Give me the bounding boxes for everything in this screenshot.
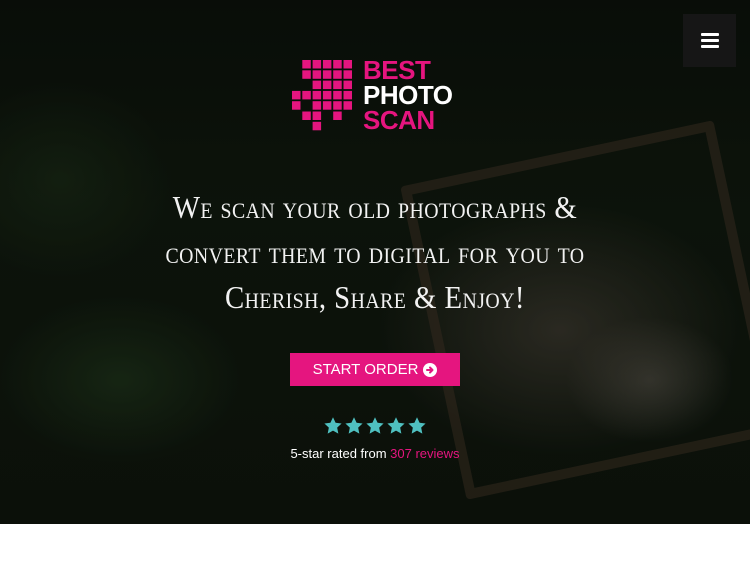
logo-pixel xyxy=(312,80,322,90)
headline-line-1: We scan your old photographs & xyxy=(172,189,578,225)
logo-pixel-grid-icon xyxy=(292,60,352,131)
logo-pixel xyxy=(302,60,311,69)
logo-pixel xyxy=(322,70,332,79)
logo-pixel xyxy=(322,80,332,90)
logo-pixel xyxy=(312,70,322,79)
logo-pixel xyxy=(333,90,342,100)
logo-pixel xyxy=(333,80,342,90)
logo-pixel xyxy=(333,111,342,120)
headline-line-2: convert them to digital for you to xyxy=(165,234,585,270)
reviews-link[interactable]: 307 reviews xyxy=(390,446,459,461)
logo-pixel xyxy=(292,101,301,110)
logo-pixel xyxy=(333,101,342,110)
site-logo[interactable]: BEST PHOTO SCAN xyxy=(292,57,462,135)
star-icon xyxy=(408,417,426,434)
star-icon xyxy=(366,417,384,434)
logo-pixel xyxy=(312,90,322,100)
star-icon xyxy=(387,417,405,434)
logo-pixel xyxy=(302,111,311,120)
logo-pixel xyxy=(322,90,332,100)
logo-pixel xyxy=(333,60,342,69)
start-order-label: START ORDER xyxy=(312,361,419,378)
logo-pixel xyxy=(312,60,322,69)
logo-pixel xyxy=(312,101,322,110)
rating-summary: 5-star rated from 307 reviews xyxy=(0,446,750,461)
logo-pixel xyxy=(343,90,352,100)
logo-pixel xyxy=(312,111,322,120)
star-icon xyxy=(345,417,363,434)
logo-text: BEST PHOTO SCAN xyxy=(363,57,453,135)
rating-text: 5-star rated from xyxy=(290,446,391,461)
logo-pixel xyxy=(302,90,311,100)
menu-button[interactable] xyxy=(683,14,736,67)
logo-pixel xyxy=(343,70,352,79)
logo-pixel xyxy=(343,80,352,90)
arrow-circle-right-icon xyxy=(423,362,438,377)
start-order-button[interactable]: START ORDER xyxy=(290,353,460,386)
hamburger-menu-icon xyxy=(700,33,719,48)
star-rating xyxy=(323,416,427,436)
logo-pixel xyxy=(333,70,342,79)
logo-pixel xyxy=(343,60,352,69)
hero-headline: We scan your old photographs & convert t… xyxy=(38,185,713,320)
logo-pixel xyxy=(343,101,352,110)
logo-pixel xyxy=(312,121,322,131)
headline-line-3: Cherish, Share & Enjoy! xyxy=(225,279,525,315)
logo-word-scan: SCAN xyxy=(363,105,435,135)
logo-pixel xyxy=(302,70,311,79)
hero-section: BEST PHOTO SCAN We scan your old photogr… xyxy=(0,0,750,524)
logo-pixel xyxy=(292,90,301,100)
logo-pixel xyxy=(322,60,332,69)
star-icon xyxy=(324,417,342,434)
logo-pixel xyxy=(322,101,332,110)
